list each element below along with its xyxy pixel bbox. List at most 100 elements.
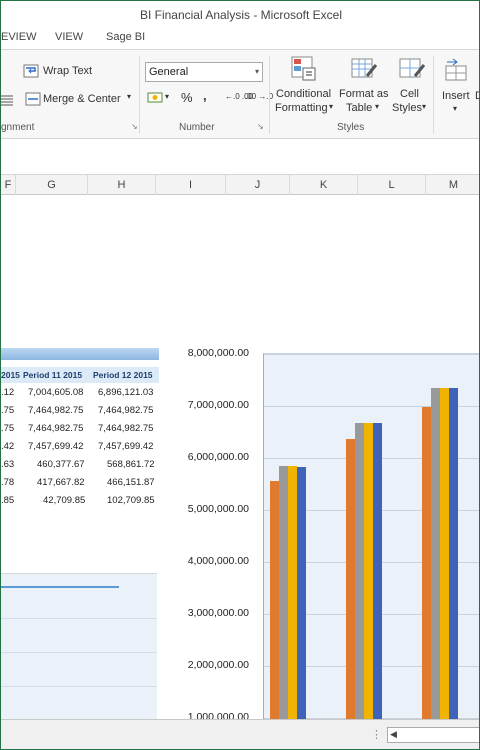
column-header-k[interactable]: K — [289, 175, 357, 195]
table-cell: 7,457,699.42 — [98, 441, 154, 452]
cell-styles-label[interactable]: Cell — [400, 88, 419, 100]
y-tick-label: 5,000,000.00 — [187, 503, 249, 515]
gridline — [1, 686, 157, 687]
bar[interactable] — [422, 407, 431, 719]
window-title: BI Financial Analysis - Microsoft Excel — [139, 8, 343, 22]
bar[interactable] — [270, 481, 279, 719]
table-cell: 102,709.85 — [107, 495, 155, 506]
group-alignment-label: gnment — [1, 122, 35, 133]
column-header-g[interactable]: G — [15, 175, 87, 195]
table-row[interactable]: .42 7,457,699.42 7,457,699.42 — [1, 438, 159, 456]
table-header-cell: Period 12 2015 — [93, 370, 153, 380]
column-header-j[interactable]: J — [225, 175, 289, 195]
tab-review[interactable]: EVIEW — [1, 31, 36, 43]
y-tick-label: 4,000,000.00 — [187, 555, 249, 567]
merge-dropdown-icon[interactable]: ▾ — [127, 92, 131, 101]
table-row[interactable]: .85 42,709.85 102,709.85 — [1, 492, 159, 510]
indent-icon — [1, 95, 13, 106]
insert-button[interactable]: Insert — [442, 90, 470, 102]
table-row[interactable]: .63 460,377.67 568,861.72 — [1, 456, 159, 474]
table-row[interactable]: .75 7,464,982.75 7,464,982.75 — [1, 420, 159, 438]
chevron-down-icon: ▾ — [254, 67, 259, 76]
table-row[interactable]: .75 7,464,982.75 7,464,982.75 — [1, 402, 159, 420]
table-cell: .85 — [1, 495, 15, 506]
insert-dropdown-icon[interactable]: ▾ — [453, 104, 457, 113]
bar[interactable] — [355, 422, 364, 719]
format-as-table-label-2[interactable]: Table — [346, 102, 372, 114]
format-as-table-icon — [351, 58, 377, 78]
table-cell: .75 — [1, 423, 15, 434]
column-chart[interactable]: 8,000,000.00 7,000,000.00 6,000,000.00 5,00… — [161, 337, 479, 723]
format-as-table-label[interactable]: Format as — [339, 88, 389, 100]
gridline — [1, 618, 157, 619]
table-cell: 417,667.82 — [37, 477, 85, 488]
y-tick-label: 8,000,000.00 — [187, 347, 249, 359]
conditional-formatting-label[interactable]: Conditional — [276, 88, 331, 100]
delete-button-partial[interactable]: D — [475, 90, 479, 102]
accounting-dropdown-icon[interactable]: ▾ — [165, 92, 169, 101]
column-header-i[interactable]: I — [155, 175, 225, 195]
table-header-cell: 2015 — [1, 370, 20, 380]
table-header-cell: Period 11 2015 — [23, 370, 83, 380]
table-row[interactable]: .78 417,667.82 466,151.87 — [1, 474, 159, 492]
bar[interactable] — [346, 438, 355, 719]
bar[interactable] — [297, 467, 306, 719]
gridline — [1, 652, 157, 653]
table-cell: 7,464,982.75 — [28, 405, 84, 416]
table-cell: 460,377.67 — [37, 459, 85, 470]
ribbon-tabs: EVIEW VIEW Sage BI — [1, 29, 479, 49]
number-launcher-icon[interactable]: ↘ — [257, 122, 264, 131]
divider — [269, 56, 270, 134]
comma-button[interactable]: , — [203, 88, 207, 103]
y-tick-label: 7,000,000.00 — [187, 399, 249, 411]
column-header-l[interactable]: L — [357, 175, 425, 195]
conditional-dropdown-icon[interactable]: ▾ — [329, 102, 333, 111]
styles-dropdown-icon[interactable]: ▾ — [422, 102, 426, 111]
table-row[interactable]: .12 7,004,605.08 6,896,121.03 — [1, 384, 159, 402]
bar[interactable] — [288, 466, 297, 719]
bar[interactable] — [449, 387, 458, 719]
divider — [433, 56, 434, 134]
cell-styles-label-2[interactable]: Styles — [392, 102, 422, 114]
column-header-m[interactable]: M — [425, 175, 479, 195]
number-format-value: General — [149, 66, 189, 78]
cell-styles-icon — [399, 58, 425, 78]
tab-view[interactable]: VIEW — [55, 31, 83, 43]
table-cell: 7,464,982.75 — [98, 405, 154, 416]
scroll-left-icon[interactable]: ◀ — [390, 729, 397, 740]
wrap-text-button[interactable]: Wrap Text — [43, 65, 92, 77]
line-chart-partial[interactable] — [1, 573, 157, 719]
bar[interactable] — [431, 387, 440, 719]
bar[interactable] — [373, 422, 382, 719]
accounting-format-icon[interactable] — [147, 90, 163, 104]
bar[interactable] — [364, 422, 373, 719]
ribbon: Wrap Text Merge & Center ▾ gnment ↘ Gene… — [1, 49, 479, 139]
bar[interactable] — [279, 466, 288, 719]
conditional-formatting-icon — [291, 56, 316, 81]
tab-sage-bi[interactable]: Sage BI — [106, 31, 145, 43]
alignment-launcher-icon[interactable]: ↘ — [131, 122, 138, 131]
worksheet-grid[interactable]: 2015 Period 11 2015 Period 12 2015 .12 7… — [1, 195, 479, 723]
conditional-formatting-label-2[interactable]: Formatting — [275, 102, 328, 114]
table-cell: 7,464,982.75 — [98, 423, 154, 434]
sheet-tab-splitter[interactable]: ⋮ — [371, 728, 382, 741]
table-dropdown-icon[interactable]: ▾ — [375, 102, 379, 111]
horizontal-scrollbar[interactable]: ◀ — [387, 727, 479, 743]
formula-bar[interactable] — [1, 139, 479, 175]
number-format-select[interactable]: General ▾ — [145, 62, 263, 82]
title-bar: BI Financial Analysis - Microsoft Excel — [1, 1, 479, 29]
table-cell: .12 — [1, 387, 15, 398]
excel-window: BI Financial Analysis - Microsoft Excel … — [0, 0, 480, 750]
bar[interactable] — [440, 387, 449, 719]
column-header-f[interactable]: F — [1, 175, 15, 195]
column-header-h[interactable]: H — [87, 175, 155, 195]
percent-button[interactable]: % — [181, 90, 193, 105]
y-tick-label: 3,000,000.00 — [187, 607, 249, 619]
merge-center-button[interactable]: Merge & Center — [43, 93, 121, 105]
column-headers: F G H I J K L M — [1, 175, 479, 195]
table-cell: .63 — [1, 459, 15, 470]
y-tick-label: 6,000,000.00 — [187, 451, 249, 463]
plot-area — [263, 353, 479, 719]
group-styles-label: Styles — [337, 122, 365, 133]
table-cell: 7,464,982.75 — [28, 423, 84, 434]
